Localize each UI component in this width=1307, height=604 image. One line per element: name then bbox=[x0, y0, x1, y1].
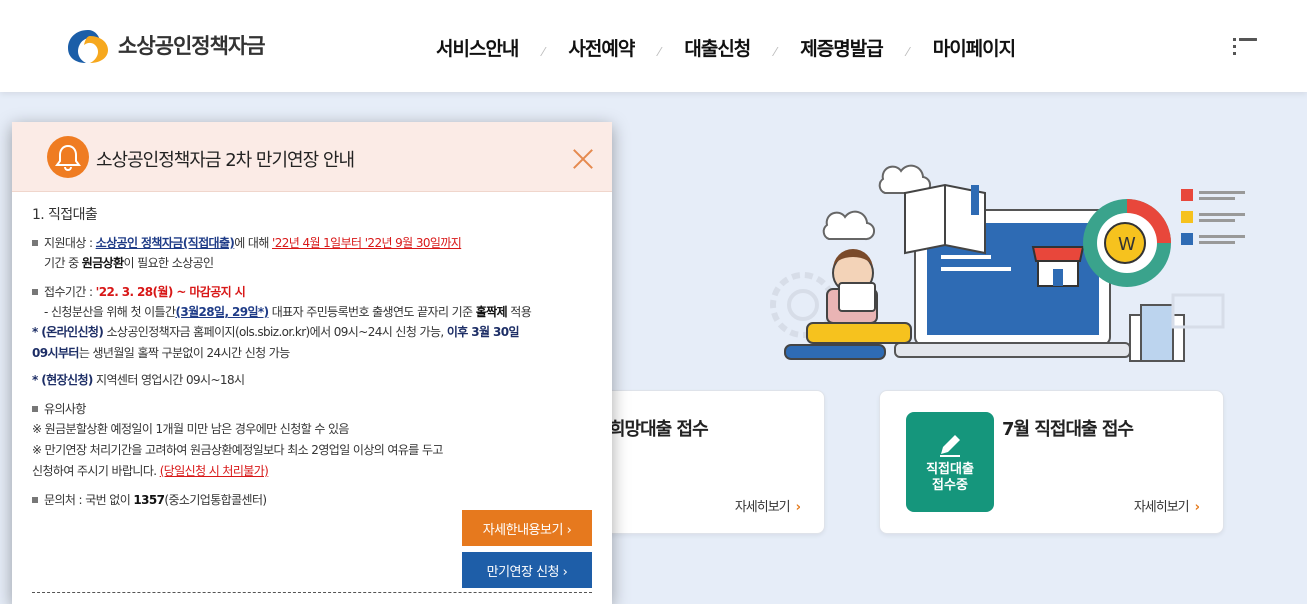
notice-title-line: 유의사항 bbox=[32, 400, 86, 417]
extension-apply-button[interactable]: 만기연장 신청 › bbox=[462, 552, 592, 588]
notice-1: ※ 원금분할상환 예정일이 1개월 미만 남은 경우에만 신청할 수 있음 bbox=[32, 422, 349, 436]
apply-note-pre: - 신청분산을 위해 첫 이틀간 bbox=[44, 305, 176, 319]
card-title: 7월 직접대출 접수 bbox=[1002, 419, 1134, 440]
nav-separator: ⁄ bbox=[774, 44, 777, 59]
onsite-label: * (현장신청) bbox=[32, 373, 93, 387]
online-label: * (온라인신청) bbox=[32, 325, 104, 339]
apply-note: - 신청분산을 위해 첫 이틀간(3월28일, 29일*) 대표자 주민등록번호… bbox=[44, 303, 532, 320]
nav-loan-application[interactable]: 대출신청 bbox=[684, 34, 751, 61]
apply-note-end: 적용 bbox=[507, 305, 532, 319]
notice-3-red: (당일신청 시 처리불가) bbox=[159, 464, 269, 478]
hero-illustration: W bbox=[770, 164, 1245, 362]
onsite-text: 지역센터 영업시간 09시~18시 bbox=[92, 373, 245, 387]
online-line2: 는 생년월일 홀짝 구분없이 24시간 신청 가능 bbox=[78, 346, 290, 360]
badge-line2: 접수중 bbox=[932, 478, 968, 493]
onsite-line: * (현장신청) 지역센터 영업시간 09시~18시 bbox=[32, 371, 245, 388]
card-more-label: 자세히보기 bbox=[1133, 500, 1190, 515]
notice-title: 유의사항 bbox=[44, 402, 86, 416]
section-title: 1. 직접대출 bbox=[32, 207, 98, 223]
target-fund: 소상공인 정책자금(직접대출) bbox=[95, 236, 235, 250]
apply-label: 접수기간 : bbox=[44, 285, 96, 299]
card-title: 희망대출 접수 bbox=[609, 419, 709, 440]
nav-certificate[interactable]: 제증명발급 bbox=[800, 34, 883, 61]
card-more-label: 자세히보기 bbox=[734, 500, 791, 515]
notice-popup: 소상공인정책자금 2차 만기연장 안내 1. 직접대출 지원대상 : 소상공인 … bbox=[12, 122, 612, 604]
online-line2: 09시부터는 생년월일 홀짝 구분없이 24시간 신청 가능 bbox=[32, 344, 290, 361]
target-line2-post: 이 필요한 소상공인 bbox=[123, 256, 215, 270]
nav-separator: ⁄ bbox=[906, 44, 909, 59]
online-bold: 이후 3월 30일 bbox=[446, 325, 520, 339]
apply-note-post: 대표자 주민등록번호 출생연도 끝자리 기준 bbox=[268, 305, 476, 319]
target-line2-bold: 원금상환 bbox=[81, 256, 124, 270]
badge-line1: 직접대출 bbox=[926, 462, 974, 477]
contact-number: 1357 bbox=[133, 493, 165, 507]
notice-3-pre: 신청하여 주시기 바랍니다. bbox=[32, 464, 160, 478]
target-line: 지원대상 : 소상공인 정책자금(직접대출)에 대해 '22년 4월 1일부터 … bbox=[32, 234, 462, 251]
svg-text:W: W bbox=[1118, 234, 1136, 255]
chevron-right-icon: › bbox=[795, 500, 801, 515]
nav-service-info[interactable]: 서비스안내 bbox=[436, 34, 519, 61]
target-line2: 기간 중 원금상환이 필요한 소상공인 bbox=[44, 254, 215, 271]
apply-note-dates: (3월28일, 29일*) bbox=[175, 305, 269, 319]
nav-separator: ⁄ bbox=[658, 44, 661, 59]
apply-deadline: '22. 3. 28(월) ~ 마감공지 시 bbox=[95, 285, 246, 299]
nav-separator: ⁄ bbox=[542, 44, 545, 59]
online-line: * (온라인신청) 소상공인정책자금 홈페이지(ols.sbiz.or.kr)에… bbox=[32, 323, 520, 340]
bullet-icon bbox=[32, 240, 38, 246]
pencil-icon bbox=[940, 435, 960, 457]
logo-icon bbox=[68, 30, 108, 63]
apply-note-bold: 홀짝제 bbox=[475, 305, 508, 319]
target-period: '22년 4월 1일부터 '22년 9월 30일까지 bbox=[272, 236, 462, 250]
popup-title: 소상공인정책자금 2차 만기연장 안내 bbox=[96, 150, 355, 171]
card-more-link[interactable]: 자세히보기 › bbox=[734, 496, 801, 515]
apply-line: 접수기간 : '22. 3. 28(월) ~ 마감공지 시 bbox=[32, 283, 246, 300]
detail-button[interactable]: 자세한내용보기 › bbox=[462, 510, 592, 546]
direct-loan-badge: 직접대출 접수중 bbox=[906, 412, 994, 512]
popup-header: 소상공인정책자금 2차 만기연장 안내 bbox=[12, 122, 612, 192]
logo-text: 소상공인정책자금 bbox=[118, 34, 266, 58]
main-nav: 서비스안내 ⁄ 사전예약 ⁄ 대출신청 ⁄ 제증명발급 ⁄ 마이페이지 bbox=[436, 34, 1016, 61]
contact-post: (중소기업통합콜센터) bbox=[164, 493, 267, 507]
target-line2-pre: 기간 중 bbox=[44, 256, 82, 270]
contact-line: 문의처 : 국번 없이 1357(중소기업통합콜센터) bbox=[32, 491, 267, 508]
site-logo[interactable]: 소상공인정책자금 bbox=[66, 26, 266, 64]
notice-2: ※ 만기연장 처리기간을 고려하여 원금상환예정일보다 최소 2영업일 이상의 … bbox=[32, 443, 443, 457]
close-icon[interactable] bbox=[572, 148, 594, 170]
bullet-icon bbox=[32, 406, 38, 412]
nav-mypage[interactable]: 마이페이지 bbox=[933, 34, 1016, 61]
chevron-right-icon: › bbox=[1194, 500, 1200, 515]
notice-3: 신청하여 주시기 바랍니다. (당일신청 시 처리불가) bbox=[32, 462, 269, 479]
divider bbox=[32, 592, 592, 593]
nav-reservation[interactable]: 사전예약 bbox=[568, 34, 635, 61]
card-more-link[interactable]: 자세히보기 › bbox=[1133, 496, 1200, 515]
card-direct-loan[interactable]: 직접대출 접수중 7월 직접대출 접수 자세히보기 › bbox=[879, 390, 1224, 534]
target-label: 지원대상 : bbox=[44, 236, 96, 250]
bell-icon bbox=[47, 136, 89, 178]
all-menu-icon[interactable] bbox=[1233, 38, 1257, 56]
target-mid: 에 대해 bbox=[234, 236, 273, 250]
site-header: 소상공인정책자금 서비스안내 ⁄ 사전예약 ⁄ 대출신청 ⁄ 제증명발급 ⁄ 마… bbox=[0, 0, 1307, 92]
online-text: 소상공인정책자금 홈페이지(ols.sbiz.or.kr)에서 09시~24시 … bbox=[103, 325, 447, 339]
online-line2-bold: 09시부터 bbox=[32, 346, 79, 360]
bullet-icon bbox=[32, 497, 38, 503]
bullet-icon bbox=[32, 289, 38, 295]
contact-pre: 문의처 : 국번 없이 bbox=[44, 493, 134, 507]
